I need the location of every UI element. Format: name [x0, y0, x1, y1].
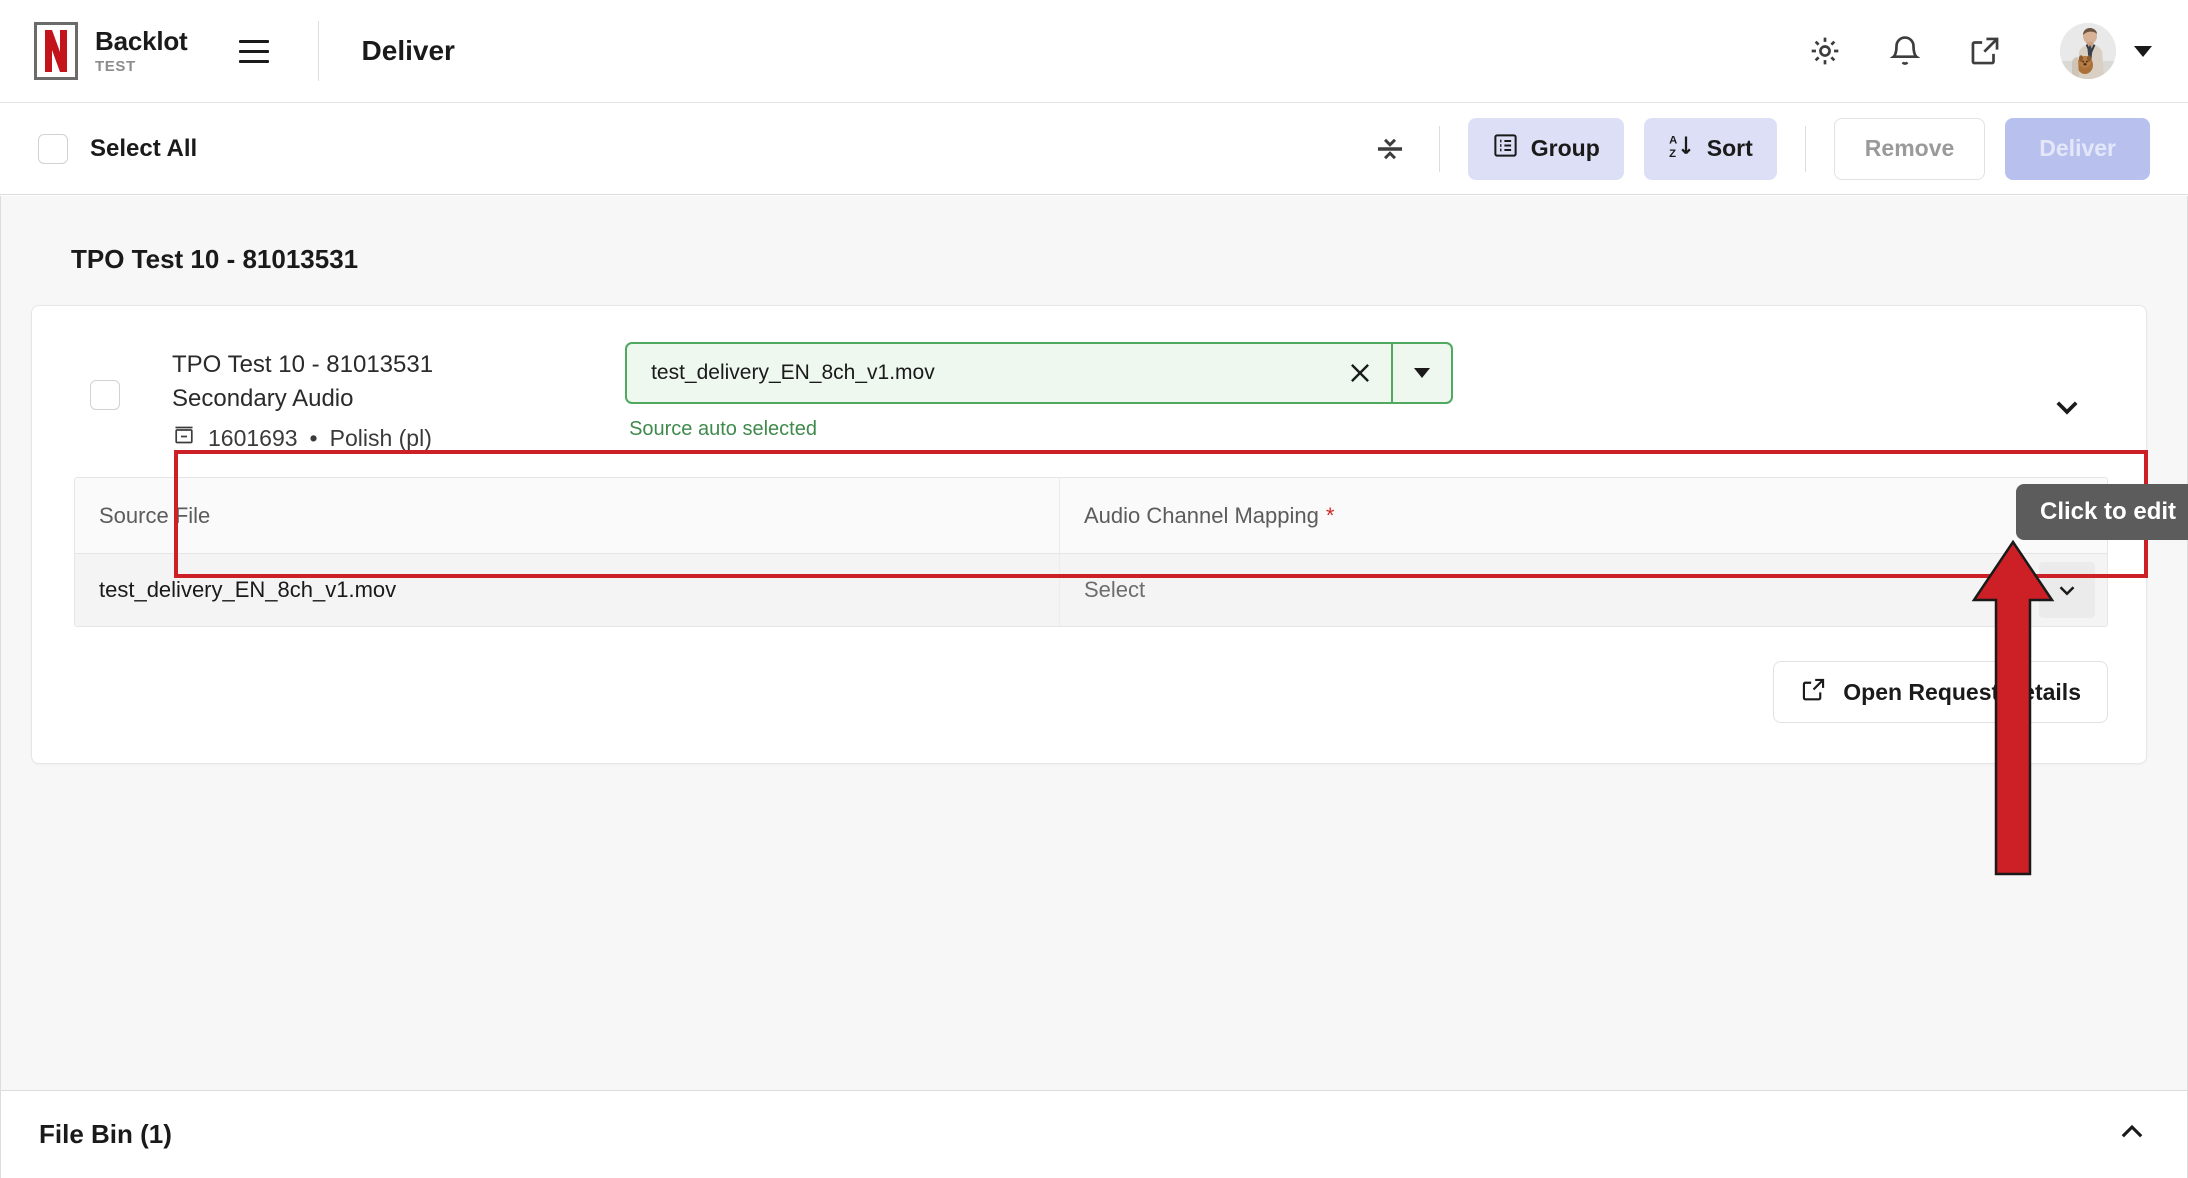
asset-id-row: 1601693 • Polish (pl) [172, 423, 433, 453]
user-menu[interactable] [2060, 23, 2152, 79]
app-header: Backlot TEST Deliver [0, 0, 2188, 103]
table-header-row: Source File Audio Channel Mapping * [75, 478, 2107, 555]
sort-button-label: Sort [1706, 135, 1753, 161]
column-header-source-file: Source File [75, 478, 1060, 554]
deliver-main-content: TPO Test 10 - 81013531 TPO Test 10 - 810… [0, 196, 2188, 1090]
asset-card-collapse-chevron-icon[interactable] [2050, 390, 2084, 429]
audio-channel-mapping-placeholder: Select [1084, 577, 1146, 603]
click-to-edit-tooltip: Click to edit [2016, 484, 2188, 540]
file-bin-title: File Bin (1) [39, 1119, 172, 1149]
svg-text:A: A [1669, 134, 1677, 146]
asset-language: Polish (pl) [329, 424, 432, 451]
asset-metadata: TPO Test 10 - 81013531 Secondary Audio 1… [172, 334, 433, 453]
toolbar-actions: Group A Z Sort Remove Deliver [1367, 117, 2150, 180]
bell-icon[interactable] [1884, 30, 1926, 72]
gear-icon[interactable] [1804, 30, 1846, 72]
source-select-block: test_delivery_EN_8ch_v1.mov Source auto … [625, 334, 1454, 441]
asset-card: TPO Test 10 - 81013531 Secondary Audio 1… [31, 305, 2147, 765]
select-all-label: Select All [90, 134, 198, 162]
external-link-icon[interactable] [1964, 30, 2006, 72]
open-request-details-label: Open Request Details [1843, 678, 2081, 705]
archive-box-icon [172, 423, 196, 453]
select-all-checkbox[interactable] [38, 133, 68, 164]
toolbar-divider-1 [1438, 125, 1440, 172]
hamburger-menu-icon[interactable] [232, 29, 276, 73]
group-heading: TPO Test 10 - 81013531 [71, 244, 359, 274]
source-select-helper-text: Source auto selected [629, 418, 817, 440]
cell-source-file: test_delivery_EN_8ch_v1.mov [75, 554, 1060, 627]
chevron-down-icon[interactable] [2134, 45, 2152, 57]
group-button-label: Group [1530, 135, 1600, 161]
asset-subtitle: Secondary Audio [172, 385, 354, 413]
header-divider [317, 21, 319, 81]
source-file-select[interactable]: test_delivery_EN_8ch_v1.mov [625, 342, 1454, 404]
asset-row-checkbox[interactable] [90, 380, 120, 410]
brand-name: Backlot [95, 26, 188, 56]
group-button[interactable]: Group [1467, 117, 1624, 180]
brand-logo-block[interactable]: Backlot TEST [34, 22, 188, 80]
column-header-audio-channel-mapping: Audio Channel Mapping * [1060, 478, 2107, 553]
collapse-all-icon[interactable] [1367, 126, 1413, 172]
asset-title: TPO Test 10 - 81013531 [172, 351, 434, 378]
brand-environment-label: TEST [95, 58, 136, 75]
card-actions: Open Request Details [32, 627, 2146, 763]
asset-card-row: TPO Test 10 - 81013531 Secondary Audio 1… [32, 334, 2146, 453]
sort-button[interactable]: A Z Sort [1643, 117, 1777, 180]
remove-button[interactable]: Remove [1833, 117, 1986, 180]
avatar[interactable] [2060, 23, 2116, 79]
open-request-details-button[interactable]: Open Request Details [1773, 661, 2108, 724]
required-asterisk: * [1325, 502, 1335, 528]
header-actions [1804, 23, 2152, 79]
column-header-audio-channel-mapping-label: Audio Channel Mapping [1084, 502, 1319, 528]
group-list-icon [1492, 132, 1519, 165]
sort-az-icon: A Z [1668, 132, 1695, 165]
audio-channel-mapping-dropdown-chevron-icon[interactable] [2039, 562, 2095, 619]
close-icon[interactable] [1329, 344, 1391, 402]
cell-audio-channel-mapping[interactable]: Select [1060, 554, 2107, 627]
page-title: Deliver [361, 35, 455, 66]
asset-id: 1601693 [208, 424, 298, 451]
file-bin-footer[interactable]: File Bin (1) [0, 1090, 2188, 1178]
caret-down-icon[interactable] [1393, 344, 1451, 402]
external-link-icon [1800, 676, 1827, 709]
deliver-button[interactable]: Deliver [2005, 117, 2150, 180]
selection-toolbar: Select All Group A Z Sort Remove Deliver [0, 103, 2188, 195]
toolbar-divider-2 [1804, 125, 1806, 172]
source-file-select-value: test_delivery_EN_8ch_v1.mov [651, 361, 935, 384]
table-row: test_delivery_EN_8ch_v1.mov Select [75, 554, 2107, 627]
source-mapping-table: Source File Audio Channel Mapping * test… [74, 477, 2108, 628]
chevron-up-icon[interactable] [2115, 1115, 2149, 1154]
asset-id-separator: • [309, 424, 318, 451]
svg-text:Z: Z [1669, 148, 1676, 159]
netflix-n-icon [34, 22, 78, 80]
